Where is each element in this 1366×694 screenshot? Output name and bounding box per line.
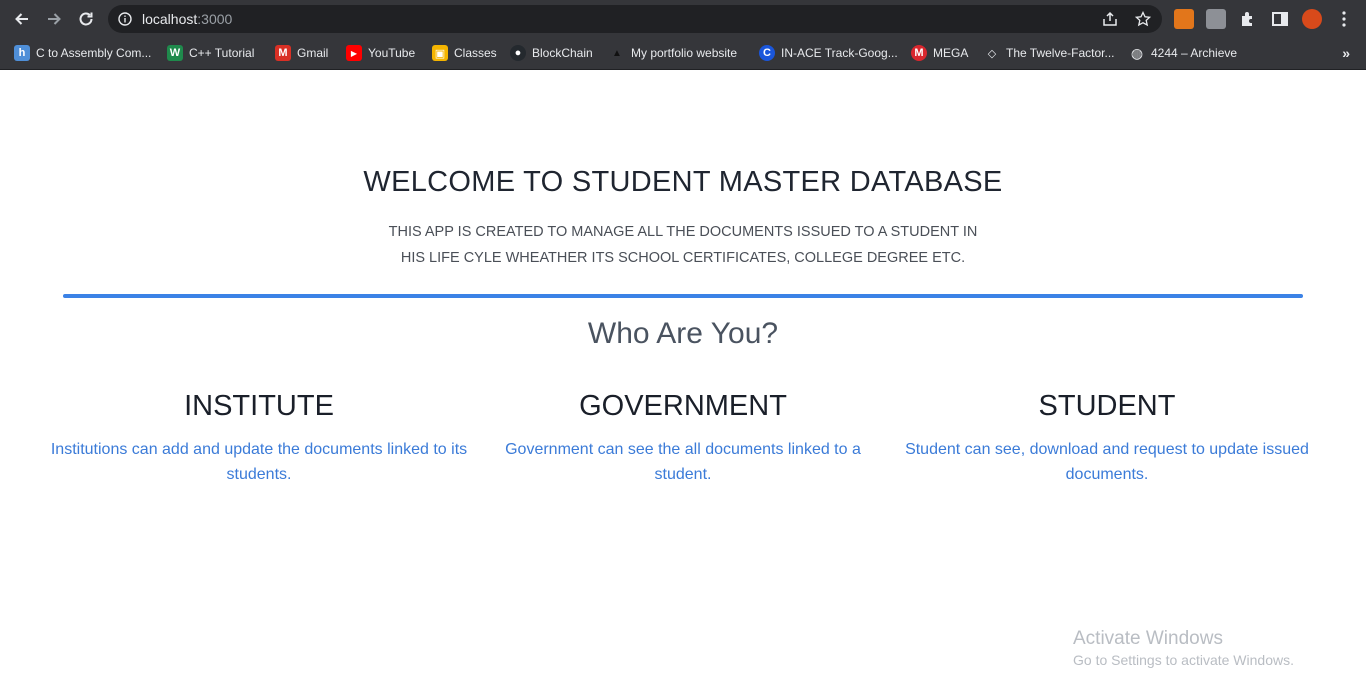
side-panel-icon[interactable]	[1270, 9, 1290, 29]
government-description: Government can see the all documents lin…	[505, 441, 861, 483]
site-info-icon[interactable]	[118, 12, 132, 26]
bookmark-cpp-tutorial[interactable]: W C++ Tutorial	[167, 38, 254, 68]
bookmark-twelve-factor[interactable]: ◇ The Twelve-Factor...	[984, 38, 1115, 68]
back-arrow-icon[interactable]	[11, 8, 33, 30]
metamask-extension-icon[interactable]	[1174, 9, 1194, 29]
institute-title[interactable]: INSTITUTE	[50, 390, 468, 423]
bookmark-classes[interactable]: ▣ Classes	[432, 38, 497, 68]
puzzle-extensions-icon[interactable]	[1238, 9, 1258, 29]
bookmark-4244-archieve[interactable]: ◍ 4244 – Archieve	[1129, 38, 1237, 68]
bookmark-c-to-assembly[interactable]: hC to Assembly Com...	[14, 38, 151, 68]
student-description: Student can see, download and request to…	[905, 441, 1309, 483]
bookmark-gmail[interactable]: M Gmail	[275, 38, 328, 68]
url-text: localhost:3000	[142, 11, 233, 27]
student-title[interactable]: STUDENT	[898, 390, 1316, 423]
section-divider	[63, 294, 1303, 298]
institute-card[interactable]: INSTITUTE Institutions can add and updat…	[50, 390, 468, 487]
bookmark-mega[interactable]: M MEGA	[911, 38, 968, 68]
watermark-line1: Activate Windows	[1073, 628, 1223, 649]
bookmark-blockchain[interactable]: ● BlockChain	[510, 38, 593, 68]
bookmark-in-ace[interactable]: C IN-ACE Track-Goog...	[759, 38, 898, 68]
bookmark-youtube[interactable]: ▶ YouTube	[346, 38, 415, 68]
government-card[interactable]: GOVERNMENT Government can see the all do…	[497, 390, 869, 487]
share-icon[interactable]	[1102, 11, 1118, 27]
coursera-icon: C	[759, 45, 775, 61]
page-description: THIS APP IS CREATED TO MANAGE ALL THE DO…	[388, 224, 978, 266]
page-title: WELCOME TO STUDENT MASTER DATABASE	[363, 166, 1003, 198]
bookmarks-bar: hC to Assembly Com... W C++ Tutorial M Gma…	[0, 38, 1366, 70]
forward-arrow-icon[interactable]	[43, 8, 65, 30]
student-card[interactable]: STUDENT Student can see, download and re…	[898, 390, 1316, 487]
bookmark-portfolio[interactable]: ▲ My portfolio website	[609, 38, 737, 68]
government-title[interactable]: GOVERNMENT	[497, 390, 869, 423]
address-bar[interactable]: localhost:3000	[108, 5, 1162, 33]
classroom-icon: ▣	[432, 45, 448, 61]
github-icon: ●	[510, 45, 526, 61]
diamond-icon: ◇	[987, 47, 997, 60]
menu-kebab-icon[interactable]	[1334, 9, 1354, 29]
browser-toolbar: localhost:3000	[0, 0, 1366, 38]
profile-avatar[interactable]	[1302, 9, 1322, 29]
institute-description: Institutions can add and update the docu…	[50, 441, 468, 483]
extension-icon[interactable]	[1206, 9, 1226, 29]
gmail-icon: M	[275, 45, 291, 61]
w3-icon: W	[167, 45, 183, 61]
who-are-you-heading: Who Are You?	[587, 317, 779, 350]
globe-icon: ◍	[1130, 44, 1144, 61]
chevron-double-right-icon[interactable]: »	[1342, 45, 1350, 61]
youtube-icon: ▶	[346, 45, 362, 61]
windows-activation-watermark: Activate Windows Go to Settings to activ…	[1073, 628, 1294, 668]
triangle-icon: ▲	[612, 47, 622, 59]
h-icon: h	[14, 45, 30, 61]
mega-icon: M	[911, 45, 927, 61]
watermark-line2: Go to Settings to activate Windows.	[1073, 652, 1294, 668]
reload-icon[interactable]	[75, 8, 97, 30]
bookmark-star-icon[interactable]	[1134, 10, 1152, 27]
